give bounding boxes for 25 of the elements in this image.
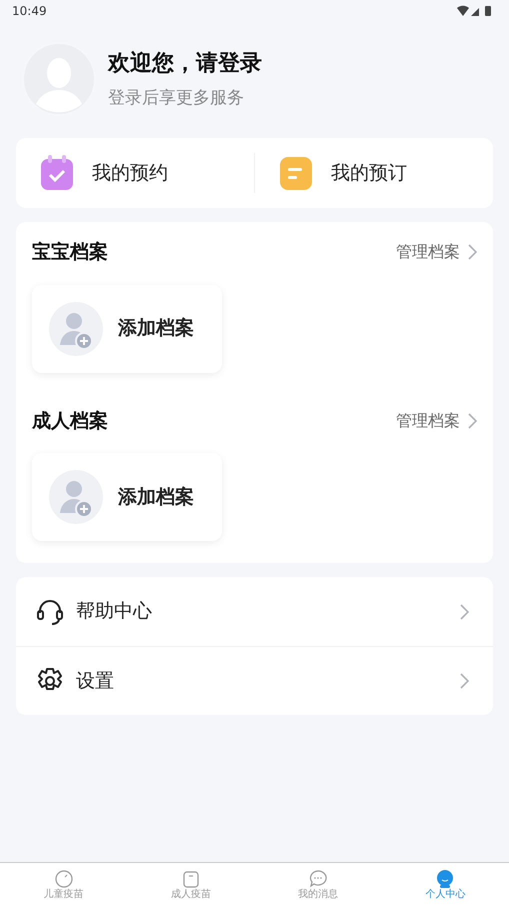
manage-link[interactable]: 管理档案	[396, 240, 477, 264]
add-person-icon	[48, 300, 104, 356]
calendar-check-icon	[40, 155, 74, 191]
add-profile-card[interactable]: 添加档案	[32, 284, 222, 372]
menu-item[interactable]: 设置	[16, 646, 493, 715]
manage-link[interactable]: 管理档案	[396, 408, 477, 433]
section-title: 宝宝档案	[32, 240, 108, 265]
shortcut-item[interactable]: 我的预约	[16, 155, 254, 191]
tab-item[interactable]: 个人中心	[382, 863, 509, 905]
chevron-right-icon	[460, 604, 469, 620]
shortcut-item[interactable]: 我的预订	[255, 155, 493, 191]
add-person-icon	[48, 469, 104, 525]
login-title[interactable]: 欢迎您，请登录	[108, 46, 262, 80]
note-icon	[279, 155, 313, 191]
menu-item[interactable]: 帮助中心	[16, 577, 493, 646]
headset-icon	[36, 598, 64, 626]
add-profile-card[interactable]: 添加档案	[32, 453, 222, 541]
chevron-right-icon	[468, 244, 477, 260]
chevron-right-icon	[468, 412, 477, 429]
person-icon	[435, 868, 456, 888]
section-title: 成人档案	[32, 408, 108, 434]
status-time: 10:49	[12, 3, 47, 20]
chat-icon	[308, 868, 328, 888]
chevron-right-icon	[460, 673, 469, 689]
login-subtitle: 登录后享更多服务	[108, 86, 245, 110]
